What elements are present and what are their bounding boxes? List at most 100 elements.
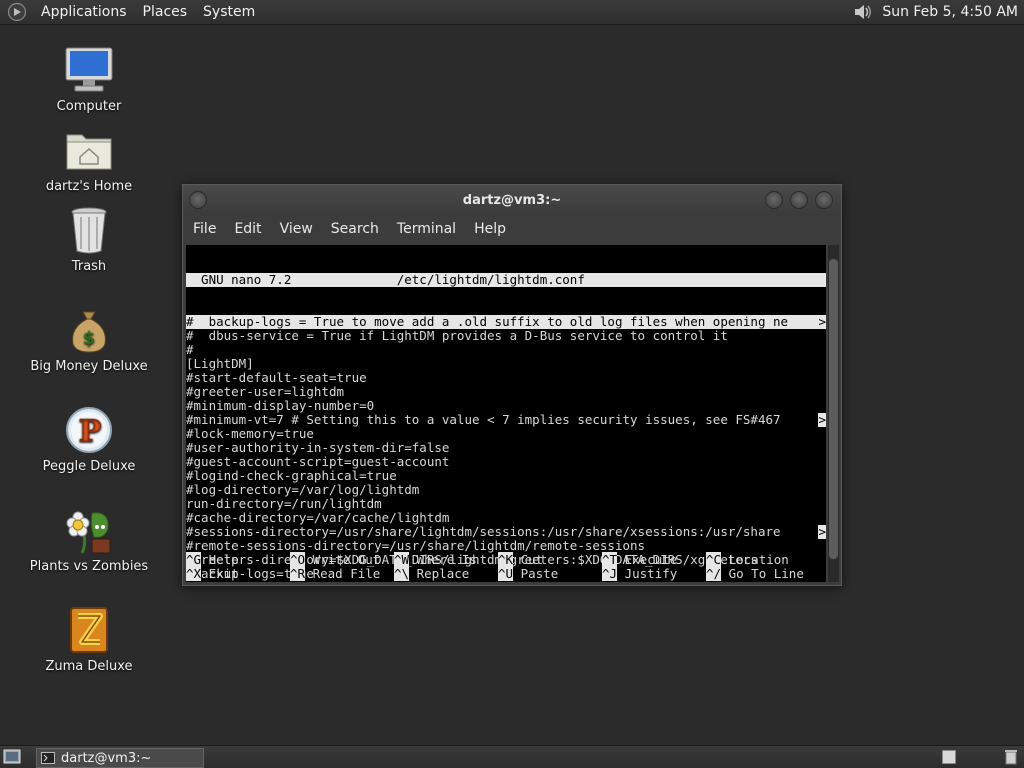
file-line: #minimum-display-number=0 [186,399,826,413]
desktop-icon-label: dartz's Home [45,179,133,194]
close-button[interactable] [815,191,833,209]
shortcut-key: ^/ [706,566,722,581]
file-line: #user-authority-in-system-dir=false [186,441,826,455]
file-line: [LightDM] [186,357,826,371]
terminal-text-area[interactable]: GNU nano 7.2 /etc/lightdm/lightdm.conf #… [186,245,826,582]
show-desktop-icon[interactable] [3,749,21,765]
menu-terminal[interactable]: Terminal [389,221,464,237]
gnome-foot-icon[interactable] [7,2,27,22]
file-line-text: #remote-sessions-directory=/usr/share/li… [186,538,646,553]
shortcut-label: Write Out [312,552,381,567]
window-menu-button[interactable] [189,191,207,209]
computer-icon [65,47,113,92]
shortcut-key: ^G [186,552,202,567]
clock[interactable]: Sun Feb 5, 4:50 AM [882,4,1018,20]
file-line-text: #guest-account-script=guest-account [186,454,450,469]
desktop-icon-label: Peggle Deluxe [42,459,136,474]
shortcut-row: ^X Exit ^R Read File ^\ Replace ^U Paste ^J … [186,566,826,581]
system-menu[interactable]: System [195,4,263,20]
desktop-icon-trash[interactable]: Trash [14,204,164,274]
applications-menu[interactable]: Applications [33,4,135,20]
window-title: dartz@vm3:~ [462,192,562,208]
bottom-panel: dartz@vm3:~ [0,745,1024,768]
desktop-icon-zuma[interactable]: Zuma Deluxe [14,604,164,674]
workspace-switcher[interactable] [942,750,956,764]
shortcut-label: Paste [520,566,559,581]
file-line-text: #user-authority-in-system-dir=false [186,440,450,455]
nano-shortcut: ^R Read File [290,566,380,581]
shortcut-key: ^W [394,552,410,567]
minimize-button[interactable] [765,191,783,209]
file-line-text: #lock-memory=true [186,426,314,441]
file-line: #start-default-seat=true [186,371,826,385]
shortcut-label: Exit [208,566,239,581]
file-line: #sessions-directory=/usr/share/lightdm/s… [186,525,826,539]
desktop-icon-big-money[interactable]: $ Big Money Deluxe [14,304,164,374]
nano-shortcut: ^X Exit [186,566,239,581]
volume-icon[interactable] [852,2,874,22]
home-folder-icon [66,134,112,170]
file-line: #cache-directory=/var/cache/lightdm [186,511,826,525]
shortcut-key: ^C [706,552,722,567]
scrollbar-thumb[interactable] [829,259,838,559]
desktop-icon-peggle[interactable]: P Peggle Deluxe [14,404,164,474]
menu-search[interactable]: Search [323,221,387,237]
nano-shortcut: ^G Help [186,552,239,567]
file-line-text: # [186,342,194,357]
file-line: run-directory=/run/lightdm [186,497,826,511]
file-line: #dbus-service=true [186,581,826,583]
line-overflow-marker: > [818,524,826,539]
file-line: # [186,343,826,357]
file-line: # backup-logs = True to move add a .old … [186,315,826,329]
shortcut-key: ^O [290,552,306,567]
shortcut-label: Justify [624,566,678,581]
terminal-scrollbar[interactable] [828,245,839,582]
taskbar-label: dartz@vm3:~ [61,750,152,766]
desktop-icon-computer[interactable]: Computer [14,44,164,114]
nano-shortcut: ^/ Go To Line [706,566,804,581]
menu-view[interactable]: View [272,221,321,237]
menu-edit[interactable]: Edit [226,221,269,237]
money-bag-icon: $ [72,311,106,353]
terminal-menubar: File Edit View Search Terminal Help [183,215,841,243]
window-titlebar[interactable]: dartz@vm3:~ [183,185,841,215]
shortcut-key: ^X [186,566,202,581]
shortcut-key: ^\ [394,566,410,581]
terminal-window[interactable]: dartz@vm3:~ File Edit View Search Termin… [182,184,842,586]
nano-shortcut-bar: ^G Help ^O Write Out ^W Where Is ^K Cut ^T E… [186,552,826,581]
nano-shortcut: ^U Paste [498,566,559,581]
file-line-text: # dbus-service = True if LightDM provide… [186,328,728,343]
menu-file[interactable]: File [185,221,224,237]
shortcut-key: ^T [602,552,618,567]
file-line: #greeter-user=lightdm [186,385,826,399]
file-line: #lock-memory=true [186,427,826,441]
file-line: #remote-sessions-directory=/usr/share/li… [186,539,826,553]
nano-shortcut: ^T Execute [602,552,677,567]
file-line: #logind-check-graphical=true [186,469,826,483]
file-content[interactable]: # backup-logs = True to move add a .old … [186,315,826,582]
file-line: # dbus-service = True if LightDM provide… [186,329,826,343]
file-line: #guest-account-script=guest-account [186,455,826,469]
svg-text:$: $ [83,328,96,349]
shortcut-label: Go To Line [728,566,804,581]
shortcut-label: Where Is [416,552,477,567]
desktop-icon-label: Trash [71,259,107,274]
trash-icon [71,207,107,254]
shortcut-key: ^U [498,566,514,581]
desktop-icon-plants-vs-zombies[interactable]: Plants vs Zombies [14,504,164,574]
taskbar-terminal-button[interactable]: dartz@vm3:~ [36,748,204,768]
places-menu[interactable]: Places [135,4,196,20]
file-line: #minimum-vt=7 # Setting this to a value … [186,413,826,427]
nano-header: GNU nano 7.2 /etc/lightdm/lightdm.conf [186,273,826,287]
maximize-button[interactable] [790,191,808,209]
shortcut-label: Cut [520,552,544,567]
shortcut-key: ^J [602,566,618,581]
file-line-text: # backup-logs = True to move add a .old … [186,314,789,329]
trash-applet-icon[interactable] [1004,749,1018,765]
file-line-text: #minimum-display-number=0 [186,398,375,413]
desktop-icon-home[interactable]: dartz's Home [14,124,164,194]
nano-shortcut: ^C Location [706,552,789,567]
svg-text:P: P [79,414,102,449]
menu-help[interactable]: Help [466,221,514,237]
file-line-text: #minimum-vt=7 # Setting this to a value … [186,412,781,427]
